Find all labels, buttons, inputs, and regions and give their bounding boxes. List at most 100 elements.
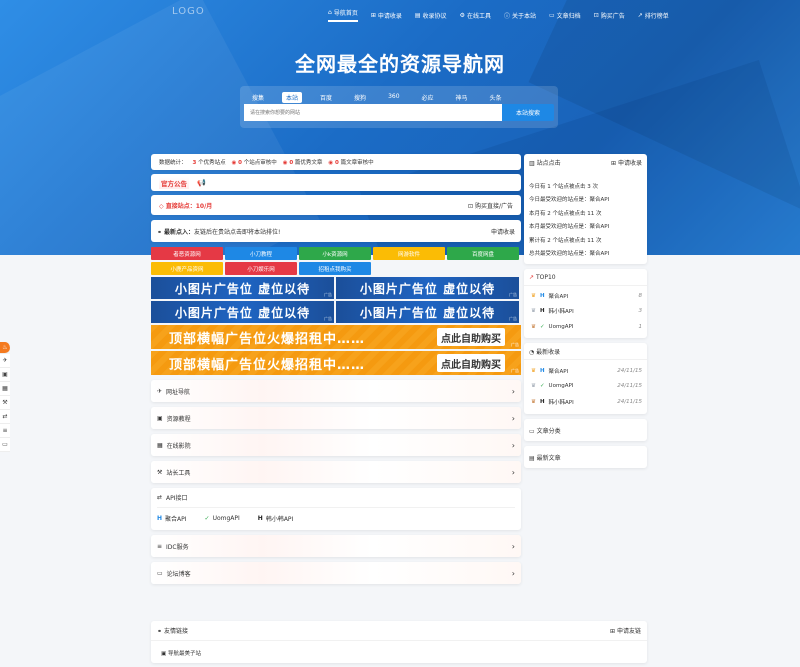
nav-item-7[interactable]: ↗ 排行榜单 (638, 8, 669, 22)
stats-label: 数据统计： (159, 160, 187, 166)
featured-site-button[interactable]: 小刀教程 (225, 247, 297, 260)
featured-site-button[interactable]: 招租点我购买 (299, 262, 371, 275)
featured-site-button[interactable]: 者恶资源网 (151, 247, 223, 260)
book-icon: ▣ (157, 414, 163, 422)
featured-site-button[interactable]: 百度网盘 (447, 247, 519, 260)
apply-friend-link[interactable]: ⊞ 申请友链 (610, 626, 641, 635)
apply-link[interactable]: ⊞ 申请收录 (611, 158, 642, 167)
crown-icon: ♛ (531, 308, 536, 315)
search-tab[interactable]: 百度 (316, 92, 336, 103)
home-icon: ⌂ (328, 9, 332, 16)
category-section[interactable]: ≡ IDC服务 › (151, 535, 521, 557)
row-left: ♛ H 韩小韩API (531, 307, 574, 315)
floating-toolbar: ♨ ✈ ▣ ▦ ⚒ ⇄ ≡ ▭ (0, 342, 10, 452)
api-item[interactable]: H 韩小韩API (258, 514, 294, 523)
book-icon[interactable]: ▣ (0, 368, 10, 382)
nav-item-6[interactable]: ⊡ 购买广告 (594, 8, 625, 22)
small-ad-banner[interactable]: 小图片广告位 虚位以待 广告 (151, 277, 334, 299)
category-section[interactable]: ▭ 论坛博客 › (151, 562, 521, 584)
wide-ad-banner[interactable]: 顶部横幅广告位火爆招租中…… 点此自助购买 广告 (151, 325, 521, 349)
featured-site-button[interactable]: 小鹿产品资网 (151, 262, 223, 275)
gem-icon: ◇ (159, 202, 164, 210)
main-column: 数据统计： 3 个优秀站点 ◉ 0 个站点审核中 ◉ 0 篇优秀文章 ◉ 0 篇… (151, 154, 521, 584)
site-logo-icon: H (157, 514, 163, 522)
hammer-icon[interactable]: ⚒ (0, 396, 10, 410)
newest-articles-title[interactable]: ▤ 最新文章 (529, 453, 561, 462)
swap-icon[interactable]: ⇄ (0, 410, 10, 424)
small-ad-banner[interactable]: 小图片广告位 虚位以待 广告 (336, 301, 519, 323)
search-tab[interactable]: 必应 (418, 92, 438, 103)
nav-item-3[interactable]: ⚙ 在线工具 (460, 8, 491, 22)
newest-row[interactable]: ♛ H 聚合API 24/11/15 (524, 363, 647, 379)
site-logo-icon: H (539, 308, 545, 315)
chart-icon: ↗ (637, 11, 643, 19)
favicon-icon: ▣ (161, 651, 167, 657)
ad-tag: 广告 (509, 292, 517, 297)
server-icon[interactable]: ≡ (0, 424, 10, 438)
categories-title[interactable]: ▭ 文章分类 (529, 426, 561, 435)
categories-card: ▭ 文章分类 (524, 419, 647, 441)
search-tab[interactable]: 360 (384, 92, 403, 103)
api-item[interactable]: ✓ UomgAPI (205, 515, 240, 522)
search-button[interactable]: 本站搜索 (502, 104, 554, 121)
nav-label: 排行榜单 (644, 12, 669, 20)
monitor-icon[interactable]: ▭ (0, 438, 10, 452)
stat-articles-review-text: 篇文章审核中 (340, 160, 374, 166)
nav-item-5[interactable]: ▭ 文章归档 (549, 8, 581, 22)
film-icon[interactable]: ▦ (0, 382, 10, 396)
featured-site-button[interactable]: 小k资源网 (299, 247, 371, 260)
search-tab[interactable]: 本站 (282, 92, 303, 103)
friend-link-item[interactable]: ▣ 导航最美子站 (161, 651, 201, 657)
newest-row[interactable]: ♛ H 韩小韩API 24/11/15 (524, 394, 647, 410)
api-section-header[interactable]: ⇄ API接口 (157, 488, 515, 508)
nav-item-0[interactable]: ⌂ 导航首页 (328, 8, 358, 22)
fire-icon[interactable]: ♨ (0, 342, 10, 354)
section-label: 论坛博客 (166, 570, 191, 578)
wide-ad-banner[interactable]: 顶部横幅广告位火爆招租中…… 点此自助购买 广告 (151, 351, 521, 375)
send-icon: ✈ (157, 387, 163, 395)
row-name: 韩小韩API (548, 309, 574, 316)
row-value: 24/11/15 (617, 367, 642, 374)
page-title: 全网最全的资源导航网 (295, 52, 505, 76)
top10-row[interactable]: ♛ H 韩小韩API 3 (524, 304, 647, 320)
self-buy-button[interactable]: 点此自助购买 (437, 354, 505, 372)
search-tab[interactable]: 神马 (452, 92, 472, 103)
apply-link[interactable]: 申请收录 (491, 227, 515, 236)
featured-site-button[interactable]: 网游软件 (373, 247, 445, 260)
small-ad-banner[interactable]: 小图片广告位 虚位以待 广告 (151, 301, 334, 323)
logo[interactable]: LOGO (172, 6, 205, 17)
search-tab[interactable]: 搜集 (248, 92, 268, 103)
nav-item-2[interactable]: ▤ 收录协议 (415, 8, 447, 22)
newest-row[interactable]: ♛ ✓ UomgAPI 24/11/15 (524, 379, 647, 395)
notice-label: 官方公告 (159, 176, 189, 189)
self-buy-button[interactable]: 点此自助购买 (437, 328, 505, 346)
category-section[interactable]: ▣ 资源教程 › (151, 407, 521, 429)
send-icon[interactable]: ✈ (0, 354, 10, 368)
row-left: ♛ ✓ UomgAPI (531, 383, 574, 389)
category-section[interactable]: ⚒ 站长工具 › (151, 461, 521, 483)
nav-item-1[interactable]: ⊞ 申请收录 (371, 8, 402, 22)
top10-row[interactable]: ♛ H 聚合API 8 (524, 288, 647, 304)
stats-bar: 数据统计： 3 个优秀站点 ◉ 0 个站点审核中 ◉ 0 篇优秀文章 ◉ 0 篇… (151, 154, 521, 170)
category-section[interactable]: ▦ 在线影院 › (151, 434, 521, 456)
buy-direct-link[interactable]: ⊡ 购买直接/广告 (468, 201, 513, 210)
featured-site-button[interactable]: 小刀娱乐网 (225, 262, 297, 275)
api-item[interactable]: H 聚合API (157, 514, 187, 523)
search-tab[interactable]: 头条 (486, 92, 506, 103)
top10-row[interactable]: ♛ ✓ UomgAPI 1 (524, 319, 647, 335)
newest-title: ◔ 最新收录 (529, 348, 561, 356)
cart-icon: ⊡ (593, 11, 599, 19)
search-tab[interactable]: 搜狗 (350, 92, 370, 103)
crown-icon: ♛ (531, 398, 536, 405)
section-title: ▦ 在线影院 (157, 441, 191, 450)
small-ad-banner[interactable]: 小图片广告位 虚位以待 广告 (336, 277, 519, 299)
nav-item-4[interactable]: ⓘ 关于本站 (504, 8, 536, 22)
newest-card: ◔ 最新收录 ♛ H 聚合API 24/11/15 ♛ ✓ UomgAPI 24/11/15 ♛… (524, 343, 647, 414)
api-item-label: 聚合API (165, 515, 187, 523)
category-section[interactable]: ✈ 网址导航 › (151, 380, 521, 402)
stat-articles-text: 篇优秀文章 (294, 160, 323, 166)
search-input[interactable] (244, 104, 502, 121)
row-name: UomgAPI (548, 383, 574, 390)
sidebar: ▥ 站点点击 ⊞ 申请收录 今日有 1 个站点被点击 3 次今日最受欢迎的站点是：… (524, 154, 647, 473)
chevron-right-icon: › (511, 413, 515, 423)
